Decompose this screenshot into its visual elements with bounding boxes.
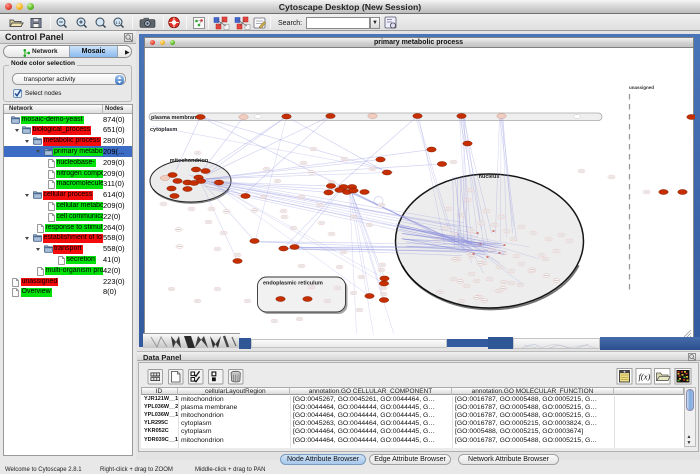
svg-text:unassigned: unassigned (629, 85, 654, 90)
svg-text:f(x): f(x) (639, 372, 651, 382)
svg-text:mitochondrion: mitochondrion (169, 158, 208, 164)
svg-text:plasma membrane: plasma membrane (151, 114, 199, 120)
svg-text:nucleus: nucleus (478, 174, 499, 180)
svg-text:1:1: 1:1 (115, 20, 121, 25)
